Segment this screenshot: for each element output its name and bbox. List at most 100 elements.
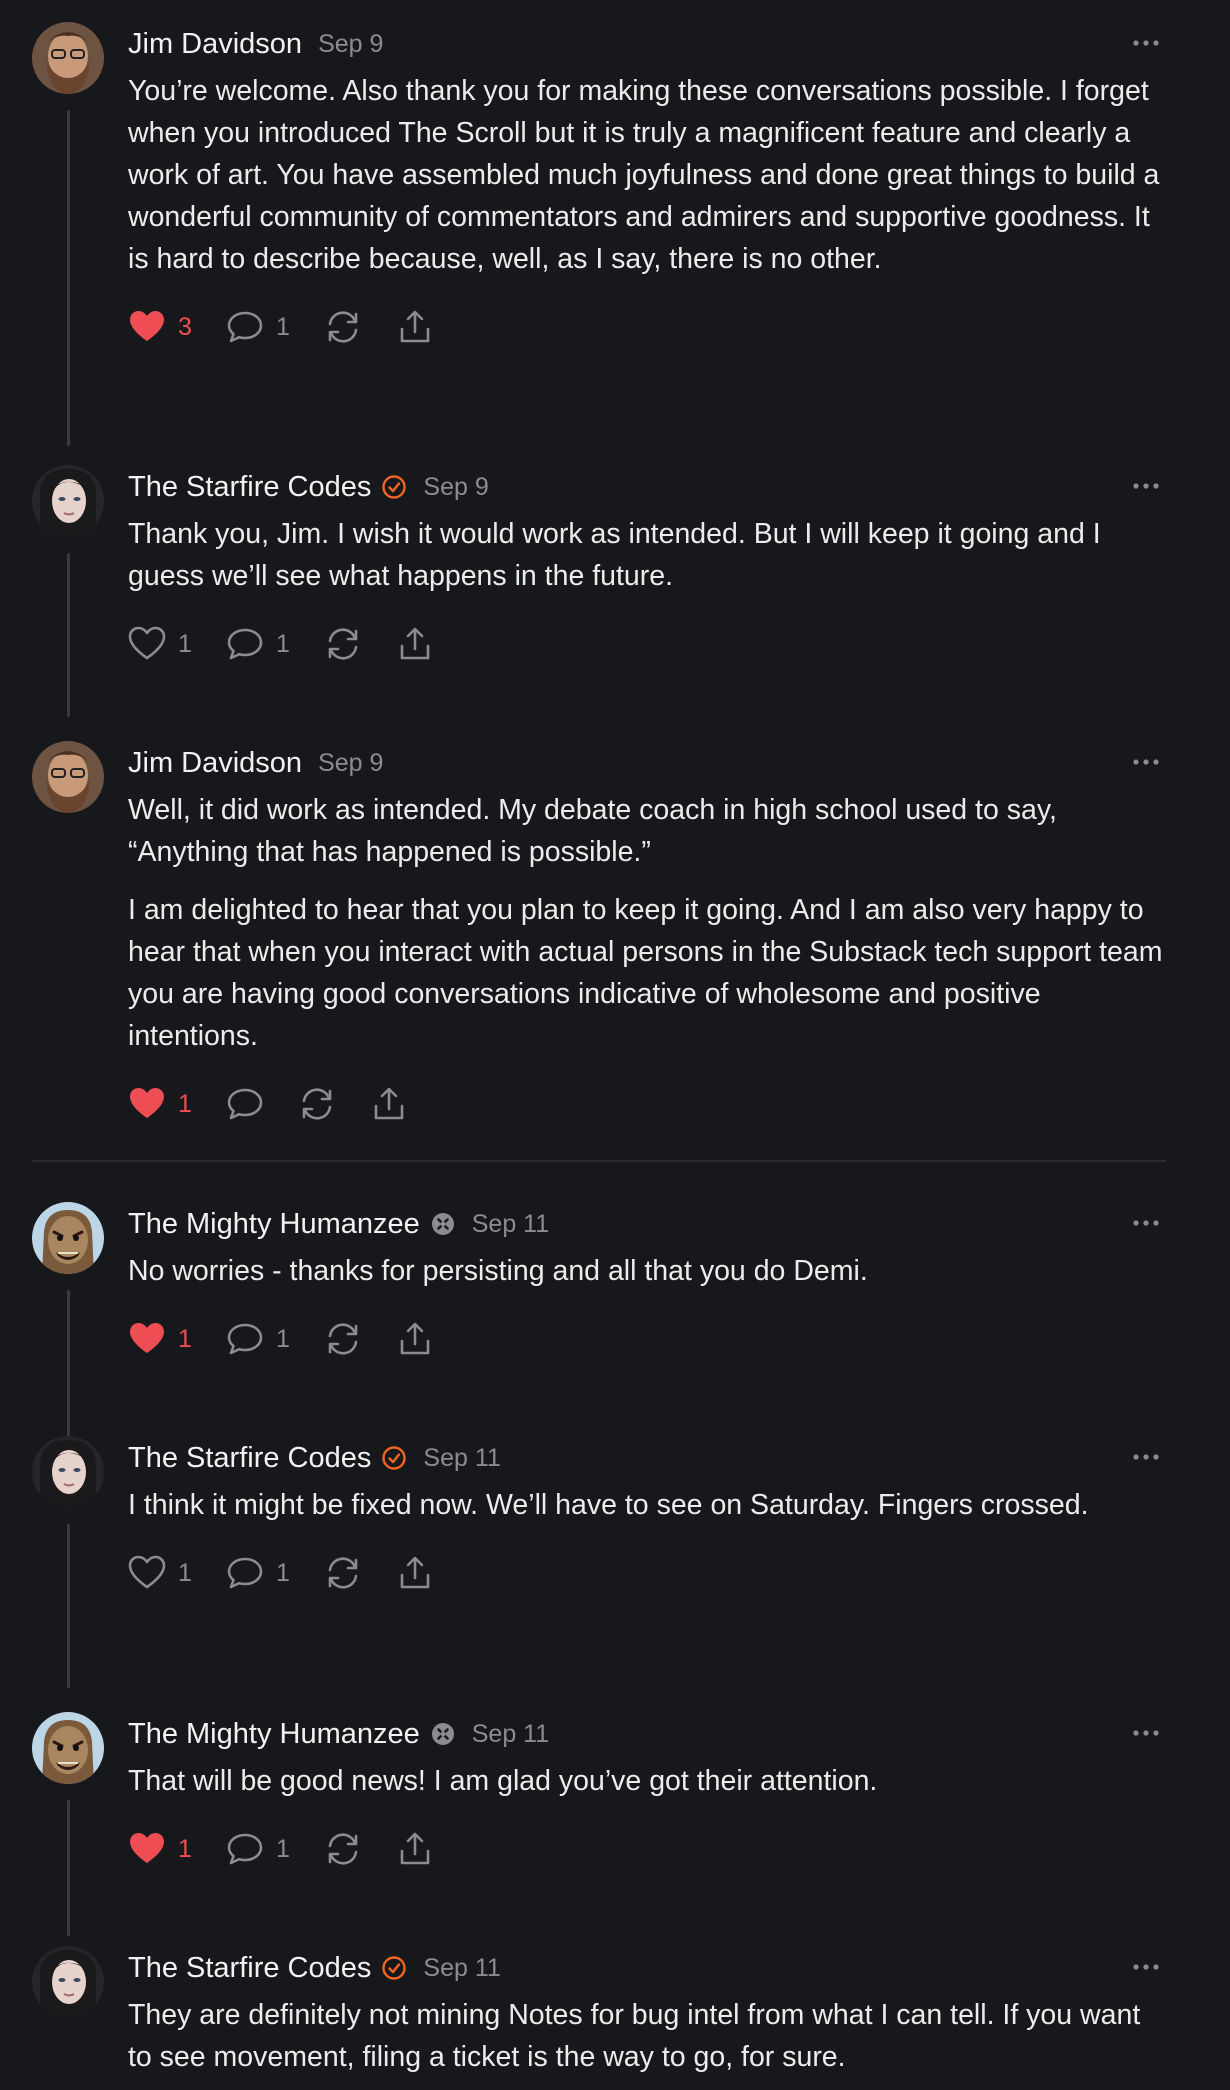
avatar[interactable] [32,1436,104,1508]
author-name[interactable]: The Starfire Codes [128,1952,371,1985]
like-button[interactable]: 3 [128,308,192,346]
more-options-icon[interactable] [1126,473,1166,499]
comment-date[interactable]: Sep 11 [423,1444,500,1473]
avatar[interactable] [32,1946,104,2018]
avatar[interactable] [32,741,104,813]
reply-button[interactable]: 1 [226,1320,290,1358]
comment-header: The Starfire Codes Sep 11 [128,1436,1166,1480]
more-options-icon[interactable] [1126,1444,1166,1470]
comment-body: The Starfire Codes Sep 11 I think it mig… [128,1436,1166,1598]
more-options-icon[interactable] [1126,1954,1166,1980]
more-options-icon[interactable] [1126,1720,1166,1746]
restack-icon [328,1833,358,1865]
restack-icon [302,1088,332,1120]
comment-paragraph: No worries - thanks for persisting and a… [128,1255,868,1287]
comment-paragraph: They are definitely not mining Notes for… [128,1999,1141,2073]
share-icon [400,1832,430,1865]
bearded-man-avatar [32,741,104,813]
reply-button[interactable] [226,1085,264,1123]
like-button[interactable]: 1 [128,1554,192,1592]
like-count: 1 [178,1558,192,1587]
reply-button[interactable]: 1 [226,625,290,663]
comment-date[interactable]: Sep 11 [472,1720,549,1749]
restack-icon [328,628,358,660]
like-button[interactable]: 1 [128,625,192,663]
founding-badge-icon [430,1211,456,1237]
comment-paragraph: Thank you, Jim. I wish it would work as … [128,518,1101,592]
restack-button[interactable] [324,1830,362,1868]
author-name[interactable]: Jim Davidson [128,28,302,61]
thread-line [67,553,70,717]
author-name[interactable]: The Mighty Humanzee [128,1208,420,1241]
share-button[interactable] [396,308,434,346]
more-options-icon[interactable] [1126,749,1166,775]
comment-text: They are definitely not mining Notes for… [128,1994,1166,2078]
bearded-man-avatar [32,22,104,94]
comment-text: Thank you, Jim. I wish it would work as … [128,513,1166,597]
avatar[interactable] [32,22,104,94]
restack-button[interactable] [324,625,362,663]
reply-button[interactable]: 1 [226,308,290,346]
like-count: 1 [178,1834,192,1863]
restack-button[interactable] [324,1554,362,1592]
reply-button[interactable]: 1 [226,1830,290,1868]
share-button[interactable] [396,1554,434,1592]
more-options-icon[interactable] [1126,30,1166,56]
reply-count: 1 [276,629,290,658]
comment-header: Jim Davidson Sep 9 [128,22,1166,66]
restack-button[interactable] [324,1320,362,1358]
reply-count: 1 [276,1834,290,1863]
more-options-icon[interactable] [1126,1210,1166,1236]
comment-date[interactable]: Sep 9 [318,749,383,778]
author-name[interactable]: The Starfire Codes [128,1442,371,1475]
author-name[interactable]: Jim Davidson [128,747,302,780]
comment-text: I think it might be fixed now. We’ll hav… [128,1484,1166,1526]
heart-outline-icon [128,626,166,660]
share-icon [400,1322,430,1355]
thread-line [67,1290,70,1454]
thread-line [67,1800,70,1936]
restack-button[interactable] [298,1085,336,1123]
comment-text: That will be good news! I am glad you’ve… [128,1760,1166,1802]
woman-avatar [32,1946,104,2018]
thread-line [67,1524,70,1688]
share-button[interactable] [396,625,434,663]
comment-text: You’re welcome. Also thank you for makin… [128,70,1166,280]
author-name[interactable]: The Mighty Humanzee [128,1718,420,1751]
restack-icon [328,1323,358,1355]
comment-date[interactable]: Sep 9 [423,473,488,502]
reply-button[interactable]: 1 [226,1554,290,1592]
like-button[interactable]: 1 [128,1320,192,1358]
founding-badge-icon [430,1721,456,1747]
avatar[interactable] [32,1712,104,1784]
like-count: 1 [178,629,192,658]
woman-avatar [32,1436,104,1508]
restack-icon [328,1557,358,1589]
comment-date[interactable]: Sep 11 [472,1210,549,1239]
like-button[interactable]: 1 [128,1830,192,1868]
author-name[interactable]: The Starfire Codes [128,471,371,504]
comment-paragraph: That will be good news! I am glad you’ve… [128,1765,878,1797]
comment-header: The Starfire Codes Sep 9 [128,465,1166,509]
avatar[interactable] [32,465,104,537]
comment-header: Jim Davidson Sep 9 [128,741,1166,785]
comment-body: Jim Davidson Sep 9 You’re welcome. Also … [128,22,1166,352]
comment-date[interactable]: Sep 11 [423,1954,500,1983]
share-button[interactable] [370,1085,408,1123]
heart-filled-icon [130,1833,164,1863]
restack-button[interactable] [324,308,362,346]
avatar[interactable] [32,1202,104,1274]
comment-actions: 1 1 [128,1314,1166,1364]
comment-text: Well, it did work as intended. My debate… [128,789,1166,1057]
share-button[interactable] [396,1830,434,1868]
reply-count: 1 [276,1558,290,1587]
comment-bubble-icon [227,1557,263,1589]
comment-paragraph: Well, it did work as intended. My debate… [128,794,1057,868]
comment-date[interactable]: Sep 9 [318,30,383,59]
like-button[interactable]: 1 [128,1085,192,1123]
verified-check-icon [381,474,407,500]
share-button[interactable] [396,1320,434,1358]
share-icon [400,1556,430,1589]
comment-paragraph: You’re welcome. Also thank you for makin… [128,75,1160,275]
verified-check-icon [381,1445,407,1471]
